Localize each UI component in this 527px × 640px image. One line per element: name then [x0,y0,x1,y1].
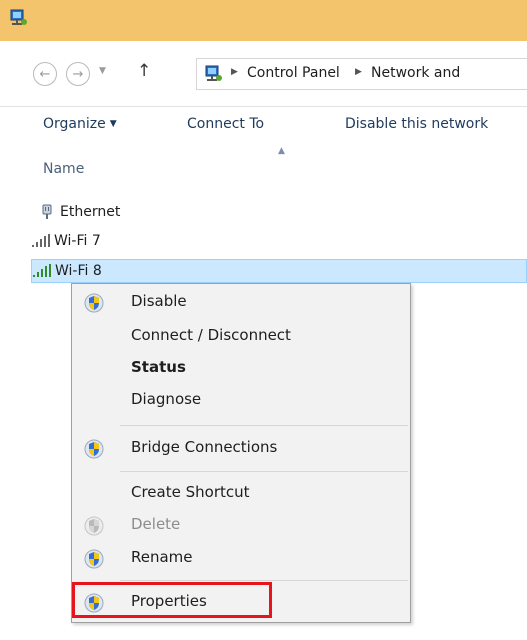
breadcrumb-network[interactable]: Network and [371,65,460,81]
wifi-signal-icon [32,263,52,279]
arrow-up-icon: ↑ [137,61,152,81]
properties-highlight-box [72,582,272,618]
column-header-name[interactable]: Name [43,161,84,177]
breadcrumb-separator-icon[interactable]: ▶ [231,67,238,77]
menu-separator [120,471,408,472]
list-item[interactable]: Wi-Fi 7 [31,229,521,253]
menu-item-connect-disconnect[interactable]: Connect / Disconnect [72,321,410,351]
address-input[interactable]: ▶ Control Panel ▶ Network and [196,58,527,90]
menu-separator [120,425,408,426]
list-item-label: Wi-Fi 7 [54,233,101,249]
disable-network-button[interactable]: Disable this network [345,116,488,132]
arrow-left-icon: ← [39,66,51,82]
wifi-signal-icon [31,233,51,249]
breadcrumb-separator-icon[interactable]: ▶ [355,67,362,77]
menu-item-status[interactable]: Status [72,353,410,383]
list-item-selected[interactable]: Wi-Fi 8 [31,259,527,283]
ethernet-adapter-icon [37,204,57,220]
chevron-down-icon: ▼ [109,119,117,129]
menu-item-delete[interactable]: Delete [72,510,410,540]
list-item-label: Ethernet [60,204,121,220]
uac-shield-icon [84,439,104,459]
uac-shield-icon [84,293,104,313]
menu-item-rename[interactable]: Rename [72,543,410,573]
menu-item-disable[interactable]: Disable [72,287,410,317]
menu-item-bridge-connections[interactable]: Bridge Connections [72,433,410,463]
menu-separator [120,580,408,581]
list-item[interactable]: Ethernet [37,200,527,224]
network-connections-icon [205,65,222,81]
organize-button[interactable]: Organize ▼ [43,116,117,132]
up-button[interactable]: ↑ [137,61,151,81]
connect-to-button[interactable]: Connect To [187,116,264,132]
network-connections-app-icon [10,9,27,25]
recent-locations-dropdown[interactable]: ▼ [99,66,106,76]
context-menu: Disable Connect / Disconnect Status Diag… [71,283,411,623]
sort-ascending-icon: ▲ [278,146,285,156]
menu-item-diagnose[interactable]: Diagnose [72,385,410,415]
arrow-right-icon: → [72,66,84,82]
window-title-bar[interactable] [0,0,527,41]
list-item-label: Wi-Fi 8 [55,263,102,279]
menu-item-create-shortcut[interactable]: Create Shortcut [72,478,410,508]
uac-shield-icon [84,549,104,569]
address-bar-area: ← → ▼ ↑ ▶ Control Panel ▶ Network and [0,41,527,107]
forward-button[interactable]: → [66,62,90,86]
list-column-header: Name ▲ [0,146,527,178]
breadcrumb-control-panel[interactable]: Control Panel [247,65,340,81]
command-toolbar: Organize ▼ Connect To Disable this networ… [0,108,527,142]
back-button[interactable]: ← [33,62,57,86]
chevron-down-icon: ▼ [99,66,106,76]
uac-shield-icon-disabled [84,516,104,536]
